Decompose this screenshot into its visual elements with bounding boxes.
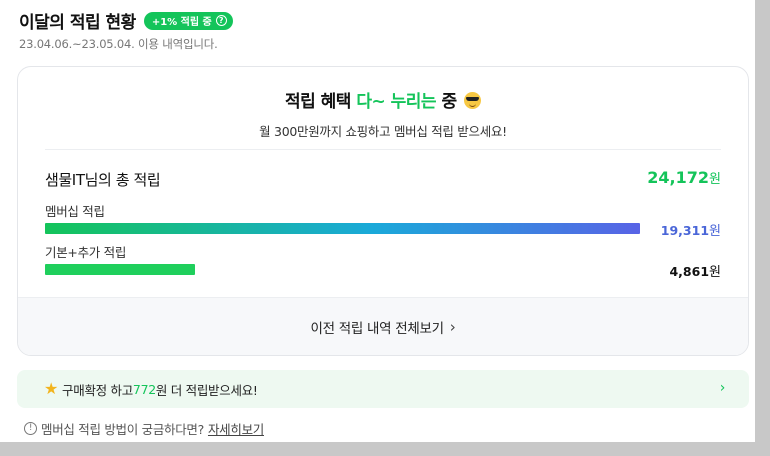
title-suffix: 중 [436,92,457,112]
total-amount: 24,172 [647,168,710,187]
card-subtitle: 월 300만원까지 쇼핑하고 멤버십 적립 받으세요! [259,124,507,139]
header: 이달의 적립 현황 +1% 적립 중 ? [19,8,233,33]
title-accent: 다~ 누리는 [356,92,437,112]
points-page: 이달의 적립 현황 +1% 적립 중 ? 23.04.06.~23.05.04.… [0,0,755,442]
banner-text-after: 원 더 적립받으세요! [155,382,258,398]
page-title: 이달의 적립 현황 [19,13,136,33]
total-points-value: 24,172원 [647,168,721,187]
info-icon: ! [24,422,37,435]
divider [45,149,721,150]
purchase-confirm-banner[interactable]: ★ 구매확정 하고 772 원 더 적립받으세요! › [17,370,749,408]
membership-points-value: 19,311원 [661,220,721,239]
total-points-label: 샘물IT님의 총 적립 [45,171,161,189]
basic-points-value: 4,861원 [669,261,721,280]
currency-unit: 원 [709,172,721,187]
details-link[interactable]: 자세히보기 [208,419,264,438]
chevron-right-icon: › [719,380,726,396]
sunglasses-emoji-icon [464,92,482,109]
help-text: 멤버십 적립 방법이 궁금하다면? [41,422,204,437]
banner-amount: 772 [132,381,156,397]
currency-unit: 원 [709,224,721,239]
points-summary-card: 적립 혜택 다~ 누리는 중 월 300만원까지 쇼핑하고 멤버십 적립 받으세… [17,66,749,356]
membership-points-label: 멤버십 적립 [45,204,105,219]
currency-unit: 원 [709,265,721,280]
view-history-label: 이전 적립 내역 전체보기 [310,320,444,337]
accrual-rate-badge[interactable]: +1% 적립 중 ? [143,11,233,30]
question-circle-icon: ? [215,15,227,26]
basic-points-label: 기본+추가 적립 [45,245,127,260]
help-row: ! 멤버십 적립 방법이 궁금하다면? 자세히보기 [24,419,264,438]
banner-text-before: 구매확정 하고 [62,382,133,398]
membership-amount: 19,311 [660,223,710,238]
title-prefix: 적립 혜택 [284,92,357,112]
chevron-right-icon: › [449,317,456,336]
membership-points-bar [45,223,640,234]
basic-amount: 4,861 [669,264,710,279]
card-headline: 적립 혜택 다~ 누리는 중 월 300만원까지 쇼핑하고 멤버십 적립 받으세… [18,87,748,140]
basic-points-bar [45,264,195,275]
card-title: 적립 혜택 다~ 누리는 중 [18,87,748,112]
view-history-link[interactable]: 이전 적립 내역 전체보기 › [18,297,748,355]
usage-period: 23.04.06.~23.05.04. 이용 내역입니다. [19,37,218,51]
badge-label: +1% 적립 중 [151,17,212,28]
star-icon: ★ [44,379,59,398]
